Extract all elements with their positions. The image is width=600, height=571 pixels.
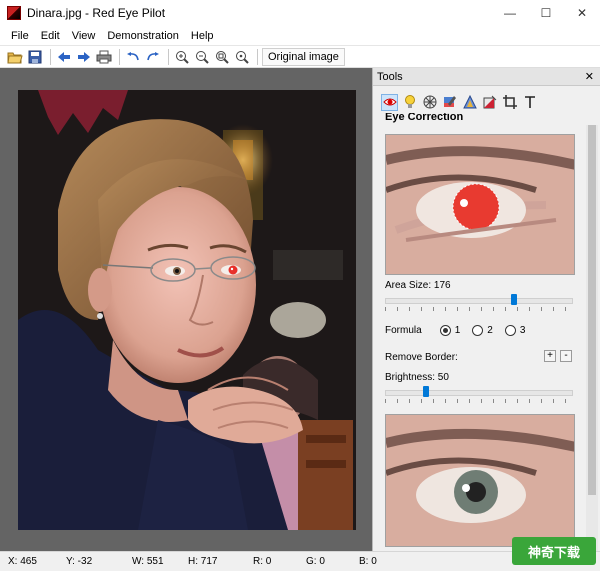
panel-scrollbar[interactable] <box>586 125 598 551</box>
remove-border-plus-button[interactable]: + <box>544 350 556 362</box>
toolbar-separator <box>257 48 258 65</box>
triangle-icon[interactable] <box>461 94 478 111</box>
app-icon <box>7 6 21 20</box>
window-title: Dinara.jpg - Red Eye Pilot <box>27 6 166 20</box>
menu-bar: File Edit View Demonstration Help <box>0 26 600 46</box>
tools-title: Tools <box>377 70 403 83</box>
toolbar: Original image <box>0 46 600 68</box>
formula-option-label: 1 <box>454 325 461 336</box>
formula-label: Formula <box>385 325 422 336</box>
slider-track <box>385 390 573 396</box>
slider-handle[interactable] <box>511 294 517 305</box>
aperture-icon[interactable] <box>421 94 438 111</box>
formula-option-1[interactable]: 1 <box>439 325 461 336</box>
corrected-eye-preview[interactable] <box>385 414 575 547</box>
brightness-label: Brightness: 50 <box>385 372 449 383</box>
menu-demonstration[interactable]: Demonstration <box>101 30 185 42</box>
status-x: X: 465 <box>8 556 37 567</box>
photo-image <box>18 90 356 530</box>
eye-zoom-image <box>386 135 574 274</box>
status-bar: X: 465 Y: -32 W: 551 H: 717 R: 0 G: 0 B:… <box>0 551 600 571</box>
radio-icon[interactable] <box>472 325 484 336</box>
watermark-logo: 神奇下载 <box>512 537 596 565</box>
toolbar-separator <box>119 48 120 65</box>
formula-row: Formula 1 2 3 <box>385 325 537 336</box>
open-folder-icon[interactable] <box>6 48 24 66</box>
print-icon[interactable] <box>95 48 113 66</box>
zoom-out-icon[interactable] <box>193 48 211 66</box>
radio-icon[interactable] <box>439 325 451 336</box>
eye-zoom-preview[interactable] <box>385 134 575 275</box>
slider-track <box>385 298 573 304</box>
tools-close-button[interactable]: ✕ <box>585 70 594 83</box>
scrollbar-thumb[interactable] <box>588 125 596 495</box>
slider-ticks <box>385 307 573 311</box>
brightness-slider[interactable] <box>385 385 573 403</box>
status-h: H: 717 <box>188 556 218 567</box>
menu-edit[interactable]: Edit <box>35 30 66 42</box>
formula-option-label: 3 <box>519 325 526 336</box>
slider-ticks <box>385 399 573 403</box>
forward-arrow-icon[interactable] <box>75 48 93 66</box>
tools-header: Tools ✕ <box>373 68 600 86</box>
text-icon[interactable] <box>521 94 538 111</box>
maximize-button[interactable]: ☐ <box>528 0 564 26</box>
eye-icon[interactable] <box>381 93 398 111</box>
redo-icon[interactable] <box>144 48 162 66</box>
remove-border-minus-button[interactable]: - <box>560 350 572 362</box>
section-title: Eye Correction <box>385 113 464 123</box>
tool-icon-bar <box>373 91 600 113</box>
title-bar: Dinara.jpg - Red Eye Pilot — ☐ ✕ <box>0 0 600 26</box>
status-y: Y: -32 <box>66 556 93 567</box>
save-icon[interactable] <box>26 48 44 66</box>
formula-option-label: 2 <box>487 325 493 336</box>
back-arrow-icon[interactable] <box>55 48 73 66</box>
zoom-in-icon[interactable] <box>173 48 191 66</box>
undo-icon[interactable] <box>124 48 142 66</box>
formula-option-2[interactable]: 2 <box>472 325 493 336</box>
status-g: G: 0 <box>306 556 325 567</box>
image-workspace[interactable] <box>0 68 372 551</box>
window-controls: — ☐ ✕ <box>492 0 600 26</box>
tools-panel: Tools ✕ Eye Correction Area Size: 176 Fo… <box>372 68 600 551</box>
toolbar-separator <box>50 48 51 65</box>
zoom-fit-icon[interactable] <box>213 48 231 66</box>
bulb-icon[interactable] <box>401 94 418 111</box>
area-size-label: Area Size: 176 <box>385 280 451 291</box>
crop-fill-icon[interactable] <box>481 94 498 111</box>
minimize-button[interactable]: — <box>492 0 528 26</box>
area-size-slider[interactable] <box>385 293 573 311</box>
status-w: W: 551 <box>132 556 164 567</box>
menu-help[interactable]: Help <box>185 30 220 42</box>
close-button[interactable]: ✕ <box>564 0 600 26</box>
formula-option-3[interactable]: 3 <box>504 325 526 336</box>
toolbar-separator <box>168 48 169 65</box>
brush-icon[interactable] <box>441 94 458 111</box>
original-image-button[interactable]: Original image <box>262 47 345 66</box>
radio-icon[interactable] <box>504 325 516 336</box>
status-r: R: 0 <box>253 556 272 567</box>
status-b: B: 0 <box>359 556 377 567</box>
menu-view[interactable]: View <box>66 30 102 42</box>
crop-icon[interactable] <box>501 94 518 111</box>
menu-file[interactable]: File <box>5 30 35 42</box>
zoom-actual-icon[interactable] <box>233 48 251 66</box>
photo-canvas[interactable] <box>18 90 356 530</box>
corrected-eye-image <box>386 415 574 546</box>
remove-border-label: Remove Border: <box>385 352 458 363</box>
slider-handle[interactable] <box>423 386 429 397</box>
